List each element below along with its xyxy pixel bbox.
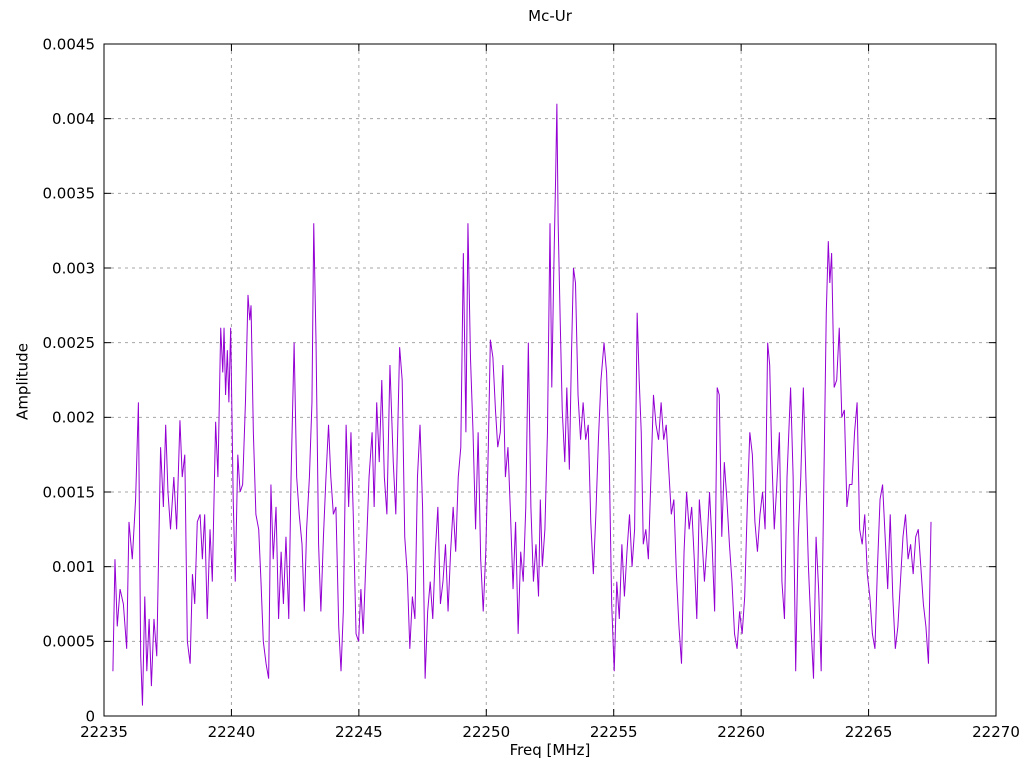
svg-text:22245: 22245 bbox=[335, 723, 383, 741]
svg-text:22250: 22250 bbox=[462, 723, 510, 741]
plot-border bbox=[103, 43, 997, 717]
x-tick-labels: 22235 22240 22245 22250 22255 22260 22265 22270 bbox=[80, 723, 1020, 741]
svg-text:0.0005: 0.0005 bbox=[43, 633, 96, 651]
svg-text:22255: 22255 bbox=[590, 723, 638, 741]
svg-text:0.0015: 0.0015 bbox=[43, 483, 96, 501]
y-axis-label: Amplitude bbox=[13, 343, 32, 420]
spectrum-chart: 22235 22240 22245 22250 22255 22260 22265 22270… bbox=[43, 35, 1020, 741]
svg-text:0.0045: 0.0045 bbox=[43, 35, 96, 53]
chart-title: Mc-Ur bbox=[528, 7, 572, 25]
svg-text:22235: 22235 bbox=[80, 723, 128, 741]
svg-text:0.003: 0.003 bbox=[52, 259, 95, 277]
tick-marks bbox=[103, 43, 997, 717]
svg-text:22260: 22260 bbox=[717, 723, 765, 741]
grid-lines bbox=[104, 44, 996, 716]
y-tick-labels: 0 0.0005 0.001 0.0015 0.002 0.0025 0.003 0.0035… bbox=[43, 35, 96, 725]
svg-text:0.0025: 0.0025 bbox=[43, 334, 96, 352]
svg-text:22270: 22270 bbox=[972, 723, 1020, 741]
svg-text:0.001: 0.001 bbox=[52, 558, 95, 576]
svg-text:0.002: 0.002 bbox=[52, 409, 95, 427]
svg-text:0: 0 bbox=[85, 707, 95, 725]
svg-text:0.0035: 0.0035 bbox=[43, 185, 96, 203]
gnuplot-window: 22235 22240 22245 22250 22255 22260 22265 22270… bbox=[0, 0, 1024, 768]
x-axis-label: Freq [MHz] bbox=[509, 741, 591, 759]
svg-text:22240: 22240 bbox=[208, 723, 256, 741]
svg-text:0.004: 0.004 bbox=[52, 110, 95, 128]
svg-text:22265: 22265 bbox=[845, 723, 893, 741]
spectrum-trace bbox=[112, 103, 932, 706]
